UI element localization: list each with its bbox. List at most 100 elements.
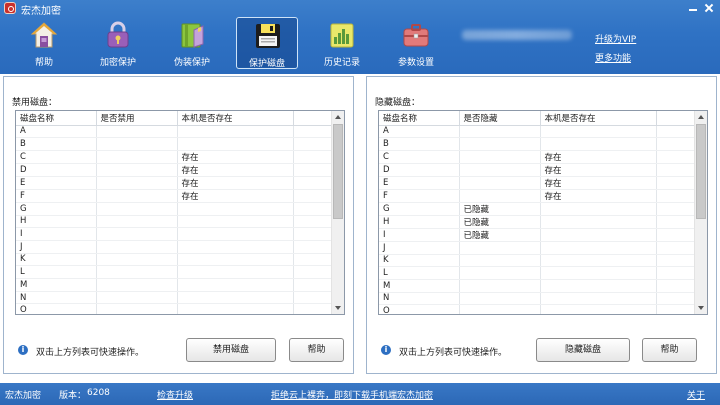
table-row[interactable]: D 存在: [379, 163, 696, 177]
disable-disk-list[interactable]: 磁盘名称 是否禁用 本机是否存在 A B C 存在 D 存在 E 存在 F 存在 G H I J K L M N O: [15, 110, 345, 315]
exists-cell: [177, 291, 294, 305]
about-link[interactable]: 关于: [687, 388, 705, 401]
minimize-button[interactable]: [686, 1, 700, 14]
exists-cell: [177, 227, 294, 241]
help-button[interactable]: 帮助: [642, 338, 697, 362]
disk-name-cell: D: [379, 163, 460, 177]
status-cell: [96, 150, 178, 164]
table-row[interactable]: M: [16, 278, 333, 292]
exists-cell: 存在: [177, 189, 294, 203]
status-cell: [459, 241, 541, 255]
filler-cell: [656, 202, 696, 216]
toolbar-help-button[interactable]: 帮助: [14, 17, 74, 69]
column-header[interactable]: 本机是否存在: [177, 111, 294, 126]
table-row[interactable]: I 已隐藏: [379, 228, 696, 242]
table-row[interactable]: O: [379, 304, 696, 314]
disk-name-cell: L: [16, 265, 97, 279]
table-row[interactable]: H: [16, 215, 333, 229]
toolbar-disguise-button[interactable]: 伪装保护: [162, 17, 222, 69]
table-row[interactable]: F 存在: [16, 189, 333, 203]
status-cell: [96, 125, 178, 139]
toolbar-item-label: 参数设置: [397, 58, 434, 68]
disk-name-cell: F: [16, 189, 97, 203]
disk-name-cell: B: [16, 137, 97, 151]
column-header[interactable]: 是否隐藏: [459, 111, 541, 126]
disk-name-cell: I: [16, 227, 97, 241]
filler-cell: [656, 304, 696, 314]
disk-name-cell: H: [379, 215, 460, 229]
exists-cell: [177, 137, 294, 151]
status-cell: [459, 304, 541, 314]
status-cell: [459, 150, 541, 164]
table-row[interactable]: K: [16, 253, 333, 267]
filler-cell: [656, 228, 696, 242]
disk-name-cell: L: [379, 266, 460, 280]
table-row[interactable]: B: [16, 137, 333, 151]
table-row[interactable]: C 存在: [16, 150, 333, 164]
filler-cell: [656, 150, 696, 164]
vertical-scrollbar[interactable]: [331, 111, 344, 314]
window-title: 宏杰加密: [21, 6, 61, 17]
vertical-scrollbar[interactable]: [694, 111, 707, 314]
column-header[interactable]: 是否禁用: [96, 111, 178, 126]
exists-cell: [540, 125, 657, 139]
exists-cell: 存在: [177, 176, 294, 190]
upgrade-vip-link[interactable]: 升级为VIP: [595, 32, 636, 45]
hide-disk-button[interactable]: 隐藏磁盘: [536, 338, 630, 362]
filler-cell: [293, 253, 333, 267]
close-button[interactable]: [702, 1, 716, 14]
table-row[interactable]: J: [379, 241, 696, 255]
scroll-down-arrow-icon[interactable]: [332, 302, 344, 314]
table-row[interactable]: F 存在: [379, 189, 696, 203]
toolbar-settings-button[interactable]: 参数设置: [386, 17, 446, 69]
table-row[interactable]: A: [379, 125, 696, 139]
table-row[interactable]: L: [16, 265, 333, 279]
table-row[interactable]: N: [16, 291, 333, 305]
status-cell: 已隐藏: [459, 202, 541, 216]
filler-cell: [656, 254, 696, 268]
scroll-down-arrow-icon[interactable]: [695, 302, 707, 314]
table-row[interactable]: G 已隐藏: [379, 202, 696, 216]
status-cell: [96, 303, 178, 314]
toolbar-encrypt-button[interactable]: 加密保护: [88, 17, 148, 69]
mobile-download-link[interactable]: 拒绝云上裸奔，即刻下载手机端宏杰加密: [271, 388, 433, 401]
column-header[interactable]: 磁盘名称: [16, 111, 97, 126]
help-button[interactable]: 帮助: [289, 338, 344, 362]
hide-disk-list[interactable]: 磁盘名称 是否隐藏 本机是否存在 A B C 存在 D 存在 E 存在 F 存在 G 已隐藏 H 已隐藏 I…: [378, 110, 708, 315]
table-row[interactable]: D 存在: [16, 163, 333, 177]
table-row[interactable]: E 存在: [16, 176, 333, 190]
check-upgrade-link[interactable]: 检查升级: [157, 388, 193, 401]
table-row[interactable]: K: [379, 254, 696, 268]
more-features-link[interactable]: 更多功能: [595, 51, 631, 64]
exists-cell: 存在: [177, 163, 294, 177]
table-row[interactable]: N: [379, 292, 696, 306]
table-row[interactable]: A: [16, 125, 333, 139]
scroll-up-arrow-icon[interactable]: [332, 111, 344, 123]
toolbar-history-button[interactable]: 历史记录: [312, 17, 372, 69]
table-row[interactable]: M: [379, 279, 696, 293]
column-header[interactable]: 本机是否存在: [540, 111, 657, 126]
table-row[interactable]: B: [379, 137, 696, 151]
disable-disk-panel: 禁用磁盘： 磁盘名称 是否禁用 本机是否存在 A B C 存在 D 存在 E 存在 F 存在 G H I…: [3, 76, 354, 374]
table-row[interactable]: O: [16, 303, 333, 314]
table-row[interactable]: H 已隐藏: [379, 215, 696, 229]
scroll-thumb[interactable]: [333, 124, 343, 219]
scroll-up-arrow-icon[interactable]: [695, 111, 707, 123]
disk-name-cell: J: [379, 241, 460, 255]
filler-cell: [293, 163, 333, 177]
panel-title: 隐藏磁盘：: [375, 98, 421, 108]
disk-name-cell: A: [379, 125, 460, 139]
exists-cell: 存在: [540, 189, 657, 203]
column-header[interactable]: 磁盘名称: [379, 111, 460, 126]
table-row[interactable]: J: [16, 240, 333, 254]
scroll-thumb[interactable]: [696, 124, 706, 219]
toolbar-protect-disk-button[interactable]: 保护磁盘: [236, 17, 298, 69]
table-row[interactable]: L: [379, 266, 696, 280]
table-row[interactable]: I: [16, 227, 333, 241]
table-row[interactable]: C 存在: [379, 150, 696, 164]
disable-disk-button[interactable]: 禁用磁盘: [186, 338, 276, 362]
status-version-label: 版本：: [59, 391, 87, 401]
filler-cell: [293, 240, 333, 254]
table-row[interactable]: E 存在: [379, 176, 696, 190]
table-row[interactable]: G: [16, 202, 333, 216]
